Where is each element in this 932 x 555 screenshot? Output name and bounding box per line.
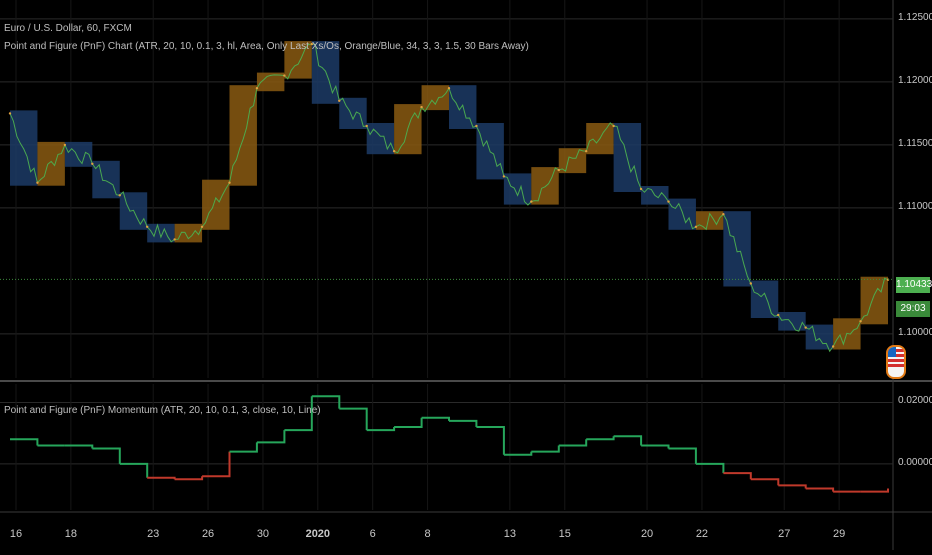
price-point bbox=[777, 313, 780, 317]
time-tick-label: 23 bbox=[147, 528, 160, 540]
pnf-x-box bbox=[202, 179, 230, 230]
price-point bbox=[91, 162, 94, 165]
price-point bbox=[447, 87, 451, 90]
oscillator-tick-label: 0.00000 bbox=[898, 456, 932, 468]
price-point bbox=[118, 194, 121, 197]
chart-svg bbox=[0, 0, 932, 550]
price-point bbox=[8, 112, 12, 115]
price-point bbox=[420, 105, 423, 109]
main-indicator-legend[interactable]: Point and Figure (PnF) Chart (ATR, 20, 1… bbox=[4, 40, 529, 53]
pnf-x-box bbox=[421, 85, 449, 111]
price-point bbox=[831, 345, 835, 348]
oscillator-tick-label: 0.02000 bbox=[898, 395, 932, 407]
oscillator-indicator-legend[interactable]: Point and Figure (PnF) Momentum (ATR, 20… bbox=[4, 404, 321, 417]
price-tick-label: 1.10000 bbox=[898, 326, 932, 338]
time-tick-label: 13 bbox=[503, 528, 516, 540]
price-point bbox=[722, 213, 725, 216]
current-price-badge: 1.10433 bbox=[896, 277, 932, 293]
pnf-x-box bbox=[229, 85, 257, 186]
chart-background bbox=[0, 0, 932, 550]
pnf-o-box bbox=[778, 312, 806, 331]
time-tick-label: 20 bbox=[640, 528, 654, 540]
price-point bbox=[612, 124, 615, 128]
chart-root: Euro / U.S. Dollar, 60, FXCM Point and F… bbox=[0, 0, 932, 550]
pnf-o-box bbox=[147, 223, 175, 243]
price-point bbox=[145, 225, 149, 228]
price-point bbox=[530, 200, 533, 203]
price-point bbox=[338, 99, 341, 103]
price-point bbox=[365, 124, 368, 128]
us-flag-icon[interactable] bbox=[886, 345, 906, 379]
time-tick-label: 30 bbox=[256, 528, 270, 540]
symbol-title: Euro / U.S. Dollar, 60, FXCM bbox=[4, 23, 132, 34]
price-point bbox=[63, 143, 67, 147]
price-point bbox=[804, 326, 807, 329]
time-tick-label: 8 bbox=[424, 528, 431, 540]
time-tick-label: 26 bbox=[201, 528, 215, 540]
price-point bbox=[283, 74, 286, 77]
price-point bbox=[475, 124, 478, 128]
pnf-x-box bbox=[860, 276, 888, 325]
price-point bbox=[859, 320, 862, 323]
price-point bbox=[749, 282, 753, 285]
price-point bbox=[173, 238, 176, 241]
price-point bbox=[667, 200, 670, 203]
pnf-o-box bbox=[750, 280, 779, 318]
price-point bbox=[200, 225, 204, 228]
price-point bbox=[228, 181, 231, 184]
price-point bbox=[694, 225, 698, 228]
price-tick-label: 1.11500 bbox=[898, 137, 932, 149]
time-tick-label: 6 bbox=[369, 528, 376, 540]
price-tick-label: 1.11000 bbox=[898, 200, 932, 212]
price-point bbox=[584, 150, 588, 153]
price-point bbox=[255, 87, 259, 90]
countdown-badge: 29:03 bbox=[896, 301, 930, 317]
price-point bbox=[36, 181, 39, 184]
time-tick-label: 27 bbox=[778, 528, 791, 540]
price-point bbox=[639, 187, 643, 191]
pnf-o-box bbox=[366, 123, 395, 155]
price-tick-label: 1.12500 bbox=[898, 11, 932, 23]
price-point bbox=[392, 150, 396, 153]
time-tick-label: 29 bbox=[833, 528, 846, 540]
time-tick-label: 15 bbox=[558, 528, 571, 540]
time-tick-label: 2020 bbox=[305, 528, 331, 540]
time-tick-label: 22 bbox=[695, 528, 709, 540]
time-tick-label: 16 bbox=[9, 528, 23, 540]
pnf-x-box bbox=[531, 167, 559, 205]
price-tick-label: 1.12000 bbox=[898, 74, 932, 86]
time-tick-label: 18 bbox=[64, 528, 77, 540]
price-point bbox=[557, 168, 560, 172]
price-point bbox=[502, 175, 506, 178]
